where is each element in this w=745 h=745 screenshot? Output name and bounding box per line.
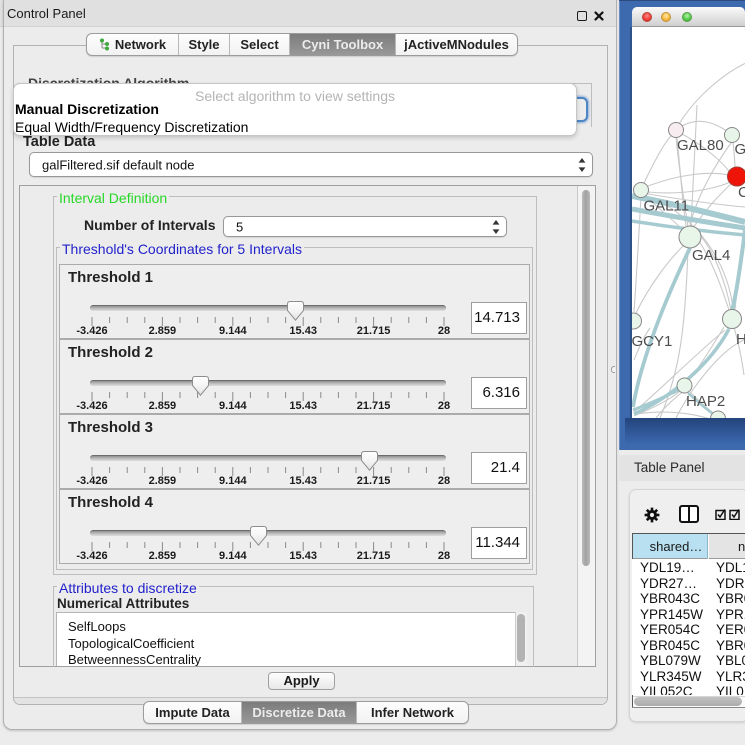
svg-text:H: H (736, 331, 745, 348)
svg-text:GA: GA (735, 141, 745, 158)
svg-text:C: C (738, 184, 745, 201)
svg-text:GAL4: GAL4 (692, 247, 730, 264)
svg-text:HAP2: HAP2 (686, 393, 725, 410)
svg-text:GCY1: GCY1 (632, 333, 672, 350)
svg-text:GAL11: GAL11 (644, 198, 690, 215)
svg-text:GAL80: GAL80 (677, 137, 724, 154)
